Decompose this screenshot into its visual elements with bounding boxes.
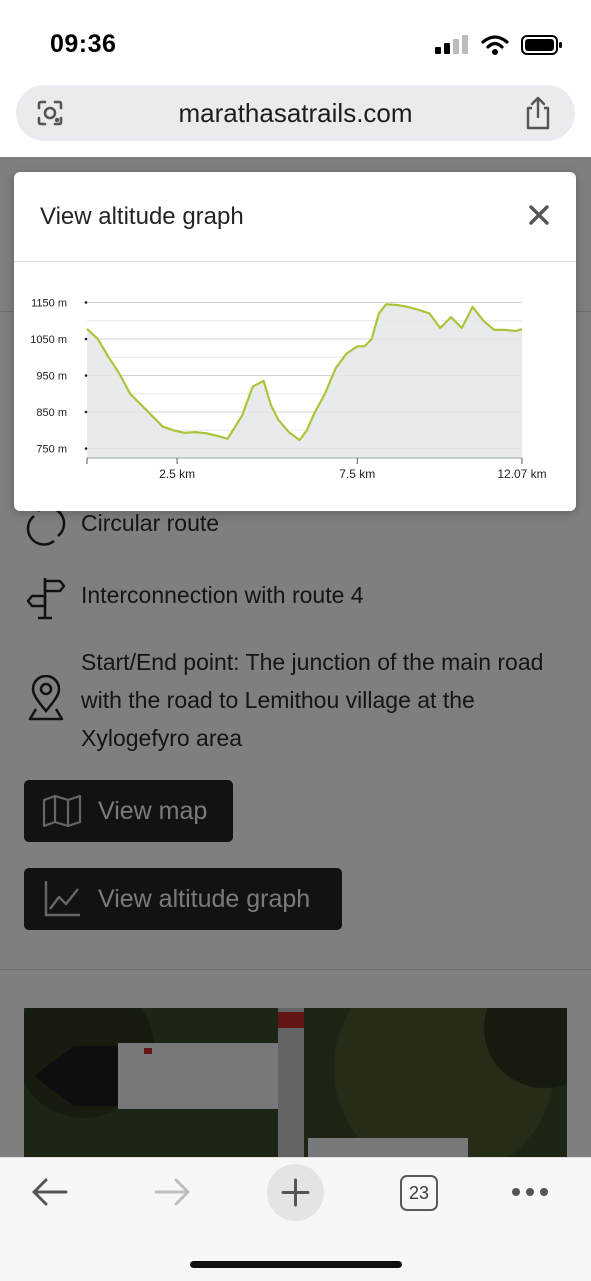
- y-tick-label: 850 m: [36, 407, 67, 419]
- status-bar: 09:36: [0, 0, 591, 88]
- status-icons: [435, 34, 563, 56]
- address-bar[interactable]: marathasatrails.com: [16, 85, 575, 141]
- close-icon[interactable]: [528, 204, 550, 226]
- y-tick-mark: [84, 337, 88, 341]
- y-tick-label: 1050 m: [30, 334, 67, 346]
- altitude-chart: 750 m 850 m 950 m 1050 m 1150 m 2.5 km 7.5 km…: [30, 297, 546, 481]
- forward-arrow-icon[interactable]: [152, 1176, 192, 1208]
- altitude-graph-modal: View altitude graph 750 m 850 m 950 m 1050 …: [14, 172, 576, 511]
- clock: 09:36: [50, 30, 117, 58]
- y-tick-mark: [84, 301, 88, 304]
- y-tick-mark: [84, 447, 88, 450]
- y-tick-label: 1150 m: [31, 297, 67, 309]
- new-tab-button[interactable]: [267, 1164, 324, 1221]
- y-tick-mark: [84, 410, 88, 414]
- modal-header: View altitude graph: [14, 172, 576, 262]
- y-tick-label: 750 m: [36, 444, 67, 456]
- url-text: marathasatrails.com: [178, 98, 413, 128]
- y-tick-mark: [84, 374, 88, 377]
- home-indicator: [190, 1261, 402, 1268]
- x-tick-label: 12.07 km: [497, 467, 546, 481]
- x-tick-label: 7.5 km: [339, 467, 375, 481]
- share-icon[interactable]: [523, 95, 553, 131]
- more-icon[interactable]: [511, 1186, 549, 1198]
- y-tick-label: 950 m: [36, 371, 67, 383]
- x-tick-label: 2.5 km: [159, 467, 195, 481]
- back-arrow-icon[interactable]: [30, 1176, 70, 1208]
- wifi-icon: [481, 35, 509, 55]
- plus-icon: [281, 1178, 310, 1207]
- modal-title: View altitude graph: [40, 203, 244, 230]
- battery-icon: [521, 35, 562, 55]
- tab-count-button[interactable]: 23: [400, 1175, 438, 1211]
- cellular-signal-icon: [435, 35, 468, 54]
